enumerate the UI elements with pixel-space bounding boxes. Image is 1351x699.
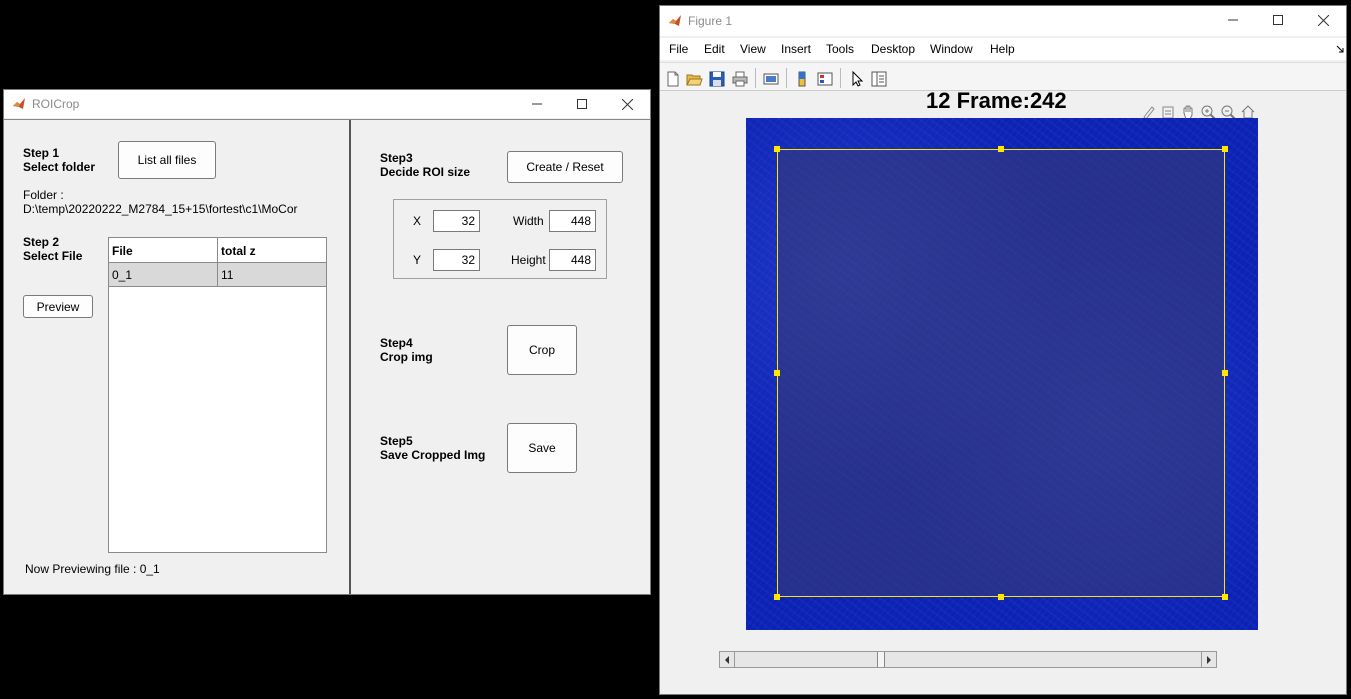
maximize-icon [577,99,587,109]
figure-titlebar: Figure 1 [660,6,1346,36]
close-icon [1317,14,1329,26]
menu-window[interactable]: Window [930,42,973,56]
slider-thumb[interactable] [876,652,885,667]
x-input[interactable]: 32 [433,210,480,232]
frame-slider[interactable] [719,651,1217,668]
roi-handle-right[interactable] [1222,370,1228,376]
toolbar-separator [786,68,787,88]
menu-bar: File Edit View Insert Tools Desktop Wind… [660,38,1346,60]
x-label: X [413,214,422,228]
step4-label: Step4 [380,336,413,350]
column-separator [217,238,218,262]
roi-handle-bottom-left[interactable] [774,594,780,600]
figure-window: Figure 1 File Edit View Insert Tools Des… [659,5,1347,695]
roi-handle-top-left[interactable] [774,146,780,152]
roi-handle-bottom-right[interactable] [1222,594,1228,600]
step5-sub: Save Cropped Img [380,448,486,462]
file-table[interactable]: File total z 0_1 11 [108,237,327,553]
minimize-button[interactable] [1210,6,1256,34]
chevron-right-icon [1207,655,1211,664]
column-header-file[interactable]: File [112,244,133,258]
y-input[interactable]: 32 [433,249,480,271]
window-title: Figure 1 [688,14,733,28]
slider-right-arrow[interactable] [1201,652,1216,667]
roi-rectangle[interactable] [777,149,1225,597]
plot-title: 12 Frame:242 [926,88,1067,113]
menu-insert[interactable]: Insert [781,42,811,56]
minimize-icon [1228,19,1238,21]
image-display[interactable] [746,118,1258,630]
minimize-button[interactable] [514,90,560,118]
matlab-icon [13,98,25,109]
list-all-files-button[interactable]: List all files [118,141,216,179]
link-plot-icon[interactable] [762,70,780,88]
pane-divider [349,120,351,594]
open-file-icon[interactable] [685,70,703,88]
menu-view[interactable]: View [740,42,766,56]
folder-path: D:\temp\20220222_M2784_15+15\fortest\c1\… [23,202,298,216]
menu-edit[interactable]: Edit [704,42,725,56]
step3-label: Step3 [380,151,413,165]
toolbar-separator [840,68,841,88]
height-label: Height [511,253,546,267]
menu-file[interactable]: File [669,42,688,56]
column-separator [217,263,218,286]
cell-total-z: 11 [221,268,234,282]
status-text: Now Previewing file : 0_1 [25,562,160,576]
preview-button[interactable]: Preview [23,295,93,318]
dock-arrow-icon[interactable] [1336,45,1344,53]
roi-handle-bottom[interactable] [998,594,1004,600]
legend-icon[interactable] [816,70,834,88]
width-input[interactable]: 448 [549,210,596,232]
menu-desktop[interactable]: Desktop [871,42,915,56]
width-label: Width [513,214,544,228]
colorbar-icon[interactable] [793,70,811,88]
roi-panel: X 32 Width 448 Y 32 Height 448 [393,199,607,279]
table-header: File total z [109,238,326,263]
roi-handle-top-right[interactable] [1222,146,1228,152]
folder-label: Folder : [23,188,64,202]
close-button[interactable] [1300,6,1346,34]
save-icon[interactable] [708,70,726,88]
save-button[interactable]: Save [507,423,577,473]
chevron-left-icon [725,655,729,664]
roi-handle-left[interactable] [774,370,780,376]
matlab-icon [669,15,681,26]
roicrop-titlebar: ROICrop [4,90,650,118]
step2-label: Step 2 [23,235,60,249]
step1-sub: Select folder [23,160,96,174]
step2-sub: Select File [23,249,83,263]
height-input[interactable]: 448 [549,249,596,271]
menu-tools[interactable]: Tools [826,42,854,56]
pointer-icon[interactable] [848,70,866,88]
table-row[interactable]: 0_1 11 [109,263,326,287]
maximize-button[interactable] [1255,6,1301,34]
crop-button[interactable]: Crop [507,325,577,375]
column-header-total-z[interactable]: total z [221,244,256,258]
maximize-icon [1273,15,1283,25]
window-title: ROICrop [32,97,80,111]
top-divider [4,119,650,120]
menu-help[interactable]: Help [990,42,1015,56]
step1-label: Step 1 [23,146,60,160]
toolbar-separator [755,68,756,88]
create-reset-button[interactable]: Create / Reset [507,151,623,183]
close-button[interactable] [604,90,650,118]
roi-handle-top[interactable] [998,146,1004,152]
slider-left-arrow[interactable] [720,652,735,667]
roicrop-window: ROICrop Step 1 Select folder List all fi… [3,89,651,595]
maximize-button[interactable] [559,90,605,118]
step4-sub: Crop img [380,350,433,364]
y-label: Y [413,253,422,267]
print-icon[interactable] [731,70,749,88]
minimize-icon [532,103,542,105]
new-figure-icon[interactable] [664,70,682,88]
cell-file: 0_1 [112,268,133,282]
property-editor-icon[interactable] [870,70,888,88]
close-icon [621,98,633,110]
step5-label: Step5 [380,434,413,448]
step3-sub: Decide ROI size [380,165,471,179]
